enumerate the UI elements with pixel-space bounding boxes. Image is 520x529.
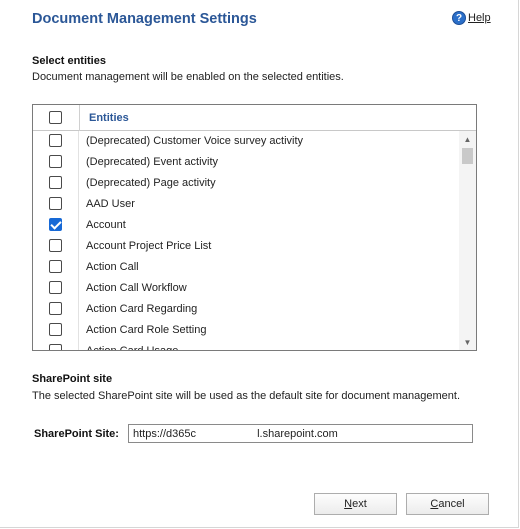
sharepoint-section-description: The selected SharePoint site will be use… bbox=[32, 390, 461, 402]
sharepoint-site-input[interactable] bbox=[128, 424, 473, 443]
select-all-checkbox[interactable] bbox=[49, 111, 62, 124]
entity-checkbox[interactable] bbox=[49, 218, 62, 231]
sharepoint-site-row: SharePoint Site: bbox=[32, 424, 477, 443]
cancel-label-rest: ancel bbox=[438, 498, 465, 510]
entities-scrollbar[interactable]: ▲ ▼ bbox=[459, 131, 476, 350]
entities-grid: Entities (Deprecated) Customer Voice sur… bbox=[32, 104, 477, 351]
entity-row[interactable]: Action Call bbox=[33, 257, 459, 278]
help-label: Help bbox=[468, 12, 491, 24]
sharepoint-section-title: SharePoint site bbox=[32, 373, 113, 385]
entity-checkbox[interactable] bbox=[49, 260, 62, 273]
cancel-button[interactable]: Cancel bbox=[406, 493, 489, 515]
document-management-dialog: Document Management Settings ? Help Sele… bbox=[0, 0, 519, 528]
help-icon: ? bbox=[452, 11, 466, 25]
entity-checkbox[interactable] bbox=[49, 176, 62, 189]
entities-section-title: Select entities bbox=[32, 55, 106, 67]
entity-label: Action Call bbox=[86, 261, 139, 273]
entity-checkbox[interactable] bbox=[49, 323, 62, 336]
entity-checkbox[interactable] bbox=[49, 239, 62, 252]
entity-row[interactable]: Action Card Regarding bbox=[33, 299, 459, 320]
entity-row[interactable]: AAD User bbox=[33, 194, 459, 215]
entity-label: Action Card Role Setting bbox=[86, 324, 207, 336]
entities-list: (Deprecated) Customer Voice survey activ… bbox=[33, 131, 459, 350]
entity-row[interactable]: (Deprecated) Event activity bbox=[33, 152, 459, 173]
entity-row[interactable]: (Deprecated) Page activity bbox=[33, 173, 459, 194]
next-button[interactable]: Next bbox=[314, 493, 397, 515]
header-divider bbox=[79, 105, 80, 131]
entity-checkbox[interactable] bbox=[49, 197, 62, 210]
entity-checkbox[interactable] bbox=[49, 302, 62, 315]
entity-checkbox[interactable] bbox=[49, 155, 62, 168]
cancel-accel: C bbox=[430, 498, 439, 510]
dialog-title: Document Management Settings bbox=[32, 11, 257, 27]
entity-label: Action Card Regarding bbox=[86, 303, 198, 315]
entity-label: (Deprecated) Page activity bbox=[86, 177, 216, 189]
scroll-up-arrow-icon[interactable]: ▲ bbox=[459, 131, 476, 147]
entity-label: Account bbox=[86, 219, 126, 231]
entity-checkbox[interactable] bbox=[49, 344, 62, 350]
entity-row[interactable]: (Deprecated) Customer Voice survey activ… bbox=[33, 131, 459, 152]
entity-row[interactable]: Action Card Usage bbox=[33, 341, 459, 350]
entity-row[interactable]: Account bbox=[33, 215, 459, 236]
entity-row[interactable]: Action Card Role Setting bbox=[33, 320, 459, 341]
scrollbar-thumb[interactable] bbox=[462, 148, 473, 164]
help-link[interactable]: ? Help bbox=[452, 11, 491, 25]
entity-label: Account Project Price List bbox=[86, 240, 212, 252]
entity-label: Action Call Workflow bbox=[86, 282, 187, 294]
entity-label: AAD User bbox=[86, 198, 135, 210]
entity-label: Action Card Usage bbox=[86, 345, 178, 350]
entity-label: (Deprecated) Customer Voice survey activ… bbox=[86, 135, 304, 147]
grid-header: Entities bbox=[33, 105, 476, 131]
sharepoint-site-label: SharePoint Site: bbox=[34, 428, 119, 440]
entity-row[interactable]: Action Call Workflow bbox=[33, 278, 459, 299]
entity-checkbox[interactable] bbox=[49, 134, 62, 147]
entity-row[interactable]: Account Project Price List bbox=[33, 236, 459, 257]
entity-label: (Deprecated) Event activity bbox=[86, 156, 219, 168]
next-accel: N bbox=[344, 498, 353, 510]
entity-checkbox[interactable] bbox=[49, 281, 62, 294]
next-label-rest: ext bbox=[352, 498, 367, 510]
entities-column-header[interactable]: Entities bbox=[89, 112, 129, 124]
entities-section-description: Document management will be enabled on t… bbox=[32, 71, 344, 83]
scroll-down-arrow-icon[interactable]: ▼ bbox=[459, 334, 476, 350]
